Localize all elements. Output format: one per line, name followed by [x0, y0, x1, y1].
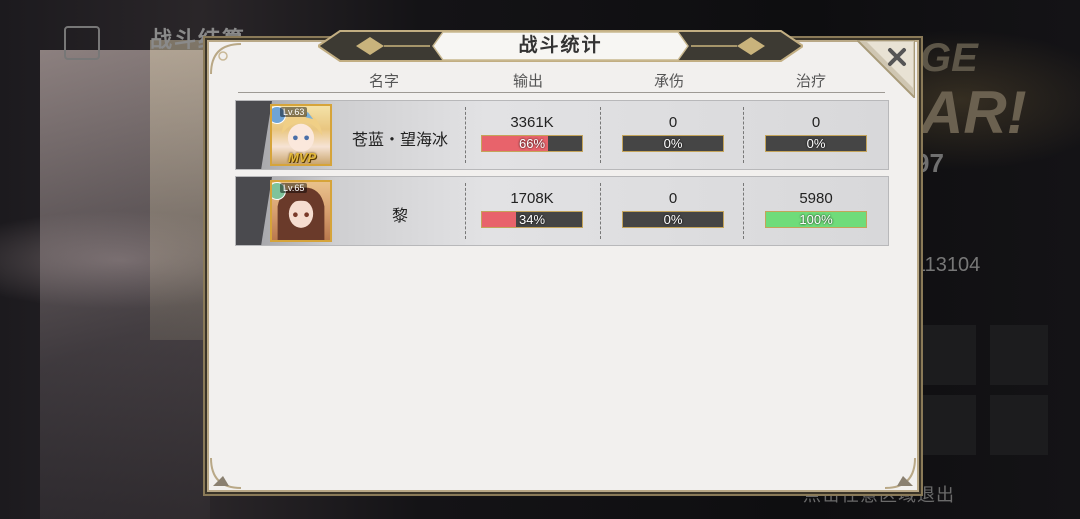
- corner-ornament-icon: [209, 456, 243, 490]
- header-heal: 治疗: [796, 73, 827, 90]
- header-divider: [238, 92, 885, 93]
- row-accent: [236, 177, 272, 245]
- column-headers: 名字 输出 承伤 治疗: [235, 70, 885, 94]
- heal-value: 0: [811, 114, 821, 131]
- background-clear-text: AR!: [920, 79, 1027, 146]
- header-output: 输出: [513, 73, 544, 90]
- column-separator: [600, 183, 602, 239]
- background-stage-text: GE: [920, 36, 978, 80]
- output-bar: 66%: [481, 135, 583, 152]
- tank-bar: 0%: [622, 135, 724, 152]
- corner-ornament-icon: [883, 456, 917, 490]
- background-slot: [990, 395, 1048, 455]
- dialog-title-banner: 战斗统计: [316, 28, 805, 64]
- character-name: 黎: [391, 208, 408, 225]
- output-percent: 34%: [518, 212, 546, 227]
- tank-percent: 0%: [663, 136, 683, 151]
- heal-percent: 0%: [806, 136, 826, 151]
- column-separator: [600, 107, 602, 163]
- dialog-title: 战斗统计: [518, 35, 603, 56]
- notebook-icon: [64, 26, 100, 60]
- background-slot: [918, 325, 976, 385]
- mvp-badge: MVP: [288, 150, 317, 165]
- heal-bar: 0%: [765, 135, 867, 152]
- output-value: 3361K: [510, 114, 554, 131]
- header-tank: 承伤: [654, 73, 685, 90]
- output-value: 1708K: [510, 190, 554, 207]
- background-slot: [990, 325, 1048, 385]
- character-level: Lv.65: [280, 183, 308, 193]
- stat-row[interactable]: Lv.63 MVP 苍蓝・望海冰 3361K 66% 0 0% 0 0%: [235, 100, 889, 170]
- background-id: 113104: [915, 254, 981, 276]
- heal-percent: 100%: [799, 212, 833, 227]
- column-separator: [743, 107, 745, 163]
- heal-value: 5980: [799, 190, 833, 207]
- character-name: 苍蓝・望海冰: [351, 132, 448, 149]
- background-slot: [918, 395, 976, 455]
- stat-row[interactable]: Lv.65 黎 1708K 34% 0 0% 5980 100%: [235, 176, 889, 246]
- column-separator: [465, 183, 467, 239]
- output-bar: 34%: [481, 211, 583, 228]
- heal-bar: 100%: [765, 211, 867, 228]
- tank-bar: 0%: [622, 211, 724, 228]
- header-name: 名字: [369, 73, 400, 90]
- character-level: Lv.63: [280, 107, 308, 117]
- row-accent: [236, 101, 272, 169]
- output-percent: 66%: [518, 136, 546, 151]
- character-portrait[interactable]: Lv.63 MVP: [270, 104, 332, 166]
- tank-percent: 0%: [663, 212, 683, 227]
- column-separator: [465, 107, 467, 163]
- character-portrait[interactable]: Lv.65: [270, 180, 332, 242]
- tank-value: 0: [668, 190, 678, 207]
- background-number: 97: [915, 148, 944, 178]
- tank-value: 0: [668, 114, 678, 131]
- column-separator: [743, 183, 745, 239]
